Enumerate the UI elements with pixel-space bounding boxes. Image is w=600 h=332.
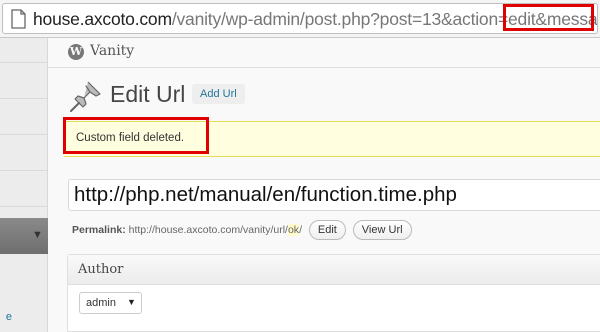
menu-divider xyxy=(0,170,48,171)
author-select[interactable]: admin ▼ xyxy=(79,292,142,314)
site-name[interactable]: Vanity xyxy=(90,43,134,59)
url-path: /vanity/wp-admin/post.php?post=13&action… xyxy=(171,9,598,29)
page-icon xyxy=(11,9,26,29)
permalink-base: http://house.axcoto.com/vanity/url/ xyxy=(128,223,288,236)
dropdown-caret-icon: ▼ xyxy=(127,297,136,307)
menu-divider xyxy=(0,206,48,207)
address-bar[interactable]: house.axcoto.com/vanity/wp-admin/post.ph… xyxy=(2,3,598,34)
menu-divider xyxy=(0,62,48,63)
author-metabox-header[interactable]: Author xyxy=(68,255,600,285)
permalink-end: / xyxy=(299,223,302,236)
title-input[interactable]: http://php.net/manual/en/function.time.p… xyxy=(68,179,600,211)
menu-arrow-icon: ▼ xyxy=(32,229,43,241)
site-header: W Vanity xyxy=(48,38,600,68)
view-url-button[interactable]: View Url xyxy=(352,220,412,240)
menu-divider xyxy=(0,134,48,135)
edit-permalink-button[interactable]: Edit xyxy=(308,220,346,240)
browser-toolbar: house.axcoto.com/vanity/wp-admin/post.ph… xyxy=(0,0,600,38)
menu-item-peek[interactable]: e xyxy=(0,311,48,323)
notice-message: Custom field deleted. xyxy=(76,132,185,144)
author-metabox: Author admin ▼ xyxy=(67,254,600,332)
permalink-row: Permalink: http://house.axcoto.com/vanit… xyxy=(72,220,412,240)
url-text: house.axcoto.com/vanity/wp-admin/post.ph… xyxy=(33,9,598,29)
author-metabox-title: Author xyxy=(78,262,124,277)
menu-divider xyxy=(0,98,48,99)
author-selected-value: admin xyxy=(86,297,116,309)
update-notice: Custom field deleted. xyxy=(64,121,600,157)
admin-menu xyxy=(0,38,48,332)
permalink-slug[interactable]: ok xyxy=(287,223,300,236)
add-url-button[interactable]: Add Url xyxy=(192,84,245,104)
permalink-label: Permalink: xyxy=(72,223,126,236)
page-title: Edit Url xyxy=(110,81,186,107)
pushpin-icon xyxy=(70,81,101,112)
url-host: house.axcoto.com xyxy=(33,9,172,29)
wordpress-logo-icon[interactable]: W xyxy=(68,44,84,60)
